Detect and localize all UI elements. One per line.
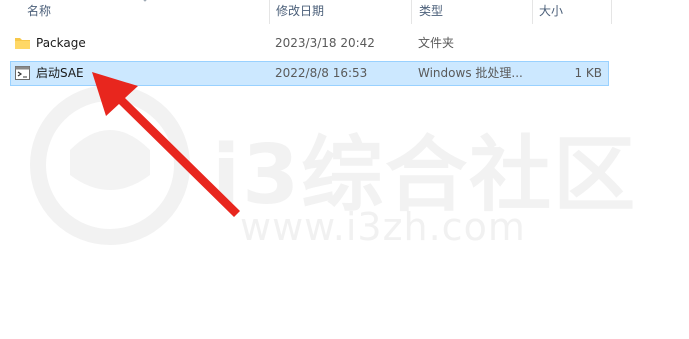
- folder-icon: [15, 38, 30, 49]
- column-divider[interactable]: [269, 0, 270, 24]
- file-date: 2022/8/8 16:53: [275, 66, 368, 80]
- column-divider[interactable]: [411, 0, 412, 24]
- file-name: 启动SAE: [36, 66, 84, 80]
- file-row-package[interactable]: Package 2023/3/18 20:42 文件夹: [11, 32, 608, 55]
- column-divider[interactable]: [532, 0, 533, 24]
- column-name-header[interactable]: 名称: [27, 0, 51, 24]
- sort-caret-icon: [143, 0, 147, 2]
- file-type: 文件夹: [418, 36, 455, 50]
- file-date: 2023/3/18 20:42: [275, 36, 375, 50]
- column-size-header[interactable]: 大小: [539, 0, 563, 24]
- file-name: Package: [36, 36, 86, 50]
- watermark-url: www.i3zh.com: [240, 205, 526, 249]
- column-header: 名称 修改日期 类型 大小: [0, 0, 689, 24]
- file-type: Windows 批处理...: [418, 66, 523, 80]
- column-divider[interactable]: [611, 0, 612, 24]
- watermark-text: i3综合社区: [212, 128, 638, 223]
- column-type-header[interactable]: 类型: [419, 0, 443, 24]
- batch-file-icon: [15, 66, 30, 80]
- column-date-header[interactable]: 修改日期: [276, 0, 324, 24]
- file-size: 1 KB: [574, 66, 602, 80]
- file-row-start-sae[interactable]: 启动SAE 2022/8/8 16:53 Windows 批处理... 1 KB: [10, 61, 609, 86]
